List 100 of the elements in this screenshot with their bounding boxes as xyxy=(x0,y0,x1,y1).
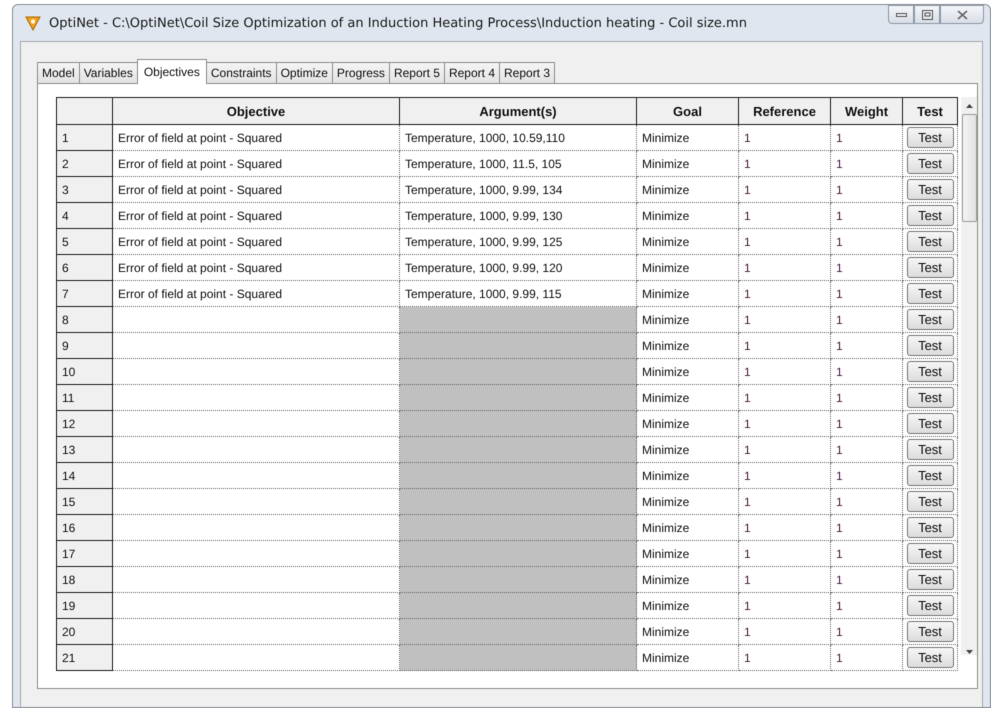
table-cell: 1 xyxy=(830,566,902,592)
table-cell: 1 xyxy=(830,306,902,332)
tab[interactable]: Optimize xyxy=(276,62,333,83)
table-cell: Temperature, 1000, 10.59,110 xyxy=(400,124,636,150)
row-header: 15 xyxy=(56,488,112,514)
scroll-up-icon[interactable] xyxy=(964,103,974,109)
table-cell: Minimize xyxy=(636,202,738,228)
table-cell: 1 xyxy=(738,150,830,176)
table-cell: 1 xyxy=(830,644,902,670)
table-cell: Minimize xyxy=(636,228,738,254)
test-button[interactable]: Test xyxy=(906,361,954,382)
tab[interactable]: Model xyxy=(37,62,80,83)
test-button[interactable]: Test xyxy=(906,621,954,642)
close-icon xyxy=(956,10,968,20)
table-cell: Temperature, 1000, 11.5, 105 xyxy=(400,150,636,176)
table-cell: 1 xyxy=(830,488,902,514)
maximize-button[interactable] xyxy=(914,5,940,24)
row-header: 10 xyxy=(56,358,112,384)
test-button[interactable]: Test xyxy=(906,491,954,512)
table-cell: Error of field at point - Squared xyxy=(112,176,400,202)
table-cell: Minimize xyxy=(636,124,738,150)
table-cell: Error of field at point - Squared xyxy=(112,150,400,176)
test-button[interactable]: Test xyxy=(906,205,954,226)
row-header: 8 xyxy=(56,306,112,332)
test-button[interactable]: Test xyxy=(906,569,954,590)
table-cell: Minimize xyxy=(636,436,738,462)
test-button[interactable]: Test xyxy=(906,647,954,668)
table-cell: Error of field at point - Squared xyxy=(112,254,400,280)
test-button[interactable]: Test xyxy=(906,153,954,174)
row-header: 1 xyxy=(56,124,112,150)
test-button[interactable]: Test xyxy=(906,257,954,278)
test-button[interactable]: Test xyxy=(906,465,954,486)
tab[interactable]: Report 5 xyxy=(388,62,445,83)
row-header: 16 xyxy=(56,514,112,540)
table-cell: Minimize xyxy=(636,592,738,618)
scroll-thumb[interactable] xyxy=(962,114,976,222)
table-cell: 1 xyxy=(738,124,830,150)
table-cell: Minimize xyxy=(636,176,738,202)
test-button[interactable]: Test xyxy=(906,413,954,434)
table-cell: Minimize xyxy=(636,306,738,332)
test-button[interactable]: Test xyxy=(906,231,954,252)
minimize-icon xyxy=(896,12,906,16)
table-cell: 1 xyxy=(830,618,902,644)
column-header: Reference xyxy=(738,98,830,124)
table-cell: Minimize xyxy=(636,254,738,280)
table-cell: 1 xyxy=(738,358,830,384)
test-button[interactable]: Test xyxy=(906,517,954,538)
table-cell: 1 xyxy=(830,124,902,150)
test-button[interactable]: Test xyxy=(906,309,954,330)
column-header: Goal xyxy=(636,98,738,124)
row-header: 14 xyxy=(56,462,112,488)
table-cell: 1 xyxy=(738,384,830,410)
table-cell: Error of field at point - Squared xyxy=(112,202,400,228)
test-button[interactable]: Test xyxy=(906,335,954,356)
table-cell: Minimize xyxy=(636,462,738,488)
table-cell: 1 xyxy=(738,202,830,228)
vertical-scrollbar[interactable] xyxy=(961,97,977,655)
table-cell: Temperature, 1000, 9.99, 130 xyxy=(400,202,636,228)
row-header: 13 xyxy=(56,436,112,462)
minimize-button[interactable] xyxy=(888,5,914,24)
test-button[interactable]: Test xyxy=(906,179,954,200)
tab[interactable]: Objectives xyxy=(136,59,207,84)
table-cell: 1 xyxy=(738,462,830,488)
column-header: Argument(s) xyxy=(400,98,636,124)
row-header: 4 xyxy=(56,202,112,228)
table-cell: 1 xyxy=(830,462,902,488)
table-cell: 1 xyxy=(830,202,902,228)
table-cell: 1 xyxy=(738,332,830,358)
table-cell: 1 xyxy=(738,514,830,540)
table-cell: 1 xyxy=(830,176,902,202)
table-cell: 1 xyxy=(830,280,902,306)
row-header: 2 xyxy=(56,150,112,176)
table-cell: 1 xyxy=(738,618,830,644)
table-cell: Minimize xyxy=(636,332,738,358)
test-button[interactable]: Test xyxy=(906,387,954,408)
table-cell: Minimize xyxy=(636,566,738,592)
tab[interactable]: Constraints xyxy=(206,62,277,83)
scroll-down-icon[interactable] xyxy=(964,649,974,655)
row-header: 12 xyxy=(56,410,112,436)
test-button[interactable]: Test xyxy=(906,283,954,304)
row-header: 19 xyxy=(56,592,112,618)
test-button[interactable]: Test xyxy=(906,127,954,148)
tab[interactable]: Variables xyxy=(78,62,138,83)
test-button[interactable]: Test xyxy=(906,439,954,460)
test-button[interactable]: Test xyxy=(906,595,954,616)
table-cell: Minimize xyxy=(636,410,738,436)
test-button[interactable]: Test xyxy=(906,543,954,564)
tab[interactable]: Report 3 xyxy=(499,62,556,83)
tab[interactable]: Report 4 xyxy=(444,62,500,83)
tab[interactable]: Progress xyxy=(332,62,390,83)
table-cell: Error of field at point - Squared xyxy=(112,280,400,306)
table-cell: 1 xyxy=(738,436,830,462)
maximize-icon xyxy=(922,10,932,20)
table-cell: Minimize xyxy=(636,618,738,644)
table-cell: 1 xyxy=(830,410,902,436)
row-header: 9 xyxy=(56,332,112,358)
table-cell: 1 xyxy=(738,228,830,254)
close-button[interactable] xyxy=(940,5,984,24)
table-cell: 1 xyxy=(830,228,902,254)
row-header: 18 xyxy=(56,566,112,592)
